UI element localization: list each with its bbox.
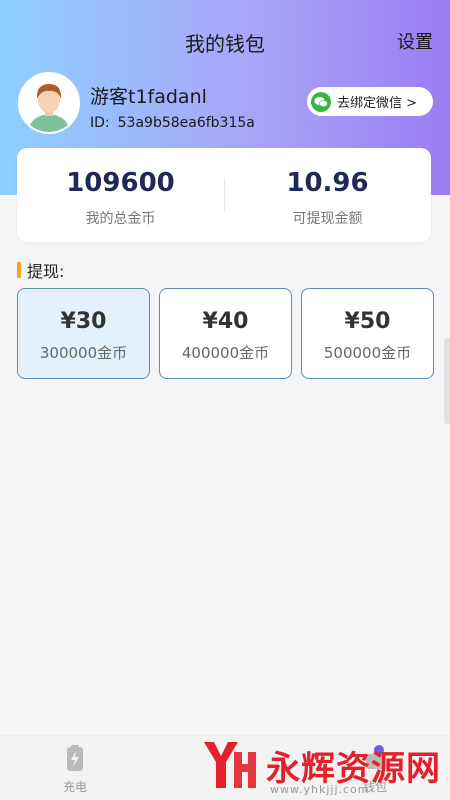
settings-button[interactable]: 设置 <box>397 28 433 54</box>
tab-charge[interactable]: 充电 <box>0 736 150 800</box>
option-coins: 300000金币 <box>39 344 128 362</box>
option-price: ¥40 <box>202 309 249 334</box>
page-title: 我的钱包 <box>185 32 265 56</box>
avatar[interactable] <box>18 72 80 134</box>
withdraw-option-40[interactable]: ¥40 400000金币 <box>159 288 292 379</box>
withdraw-option-50[interactable]: ¥50 500000金币 <box>301 288 434 379</box>
watermark-logo-icon <box>204 742 256 788</box>
withdraw-section-title: 提现: <box>17 258 64 282</box>
withdraw-option-30[interactable]: ¥30 300000金币 <box>17 288 150 379</box>
total-coins-stat: 109600 我的总金币 <box>17 168 224 228</box>
withdraw-options: ¥30 300000金币 ¥40 400000金币 ¥50 500000金币 <box>17 288 434 379</box>
option-coins: 500000金币 <box>323 344 412 362</box>
tab-charge-label: 充电 <box>62 780 87 794</box>
withdrawable-label: 可提现金额 <box>292 211 363 227</box>
edge-scroll-handle[interactable] <box>444 338 450 424</box>
section-marker <box>17 262 21 278</box>
user-id: ID: 53a9b58ea6fb315a <box>90 115 255 131</box>
total-coins-label: 我的总金币 <box>85 211 156 227</box>
username: 游客t1fadanl <box>90 86 207 108</box>
bind-wechat-button[interactable]: 去绑定微信 > <box>307 87 433 116</box>
option-price: ¥30 <box>60 309 107 334</box>
withdrawable-value: 10.96 <box>286 168 369 198</box>
wechat-icon <box>311 91 331 112</box>
user-avatar-icon <box>20 74 78 132</box>
watermark-url: www.yhkjjj.com <box>270 783 370 796</box>
user-id-value: 53a9b58ea6fb315a <box>117 115 255 131</box>
total-coins-value: 109600 <box>66 168 175 198</box>
wallet-summary-card: 109600 我的总金币 10.96 可提现金额 <box>17 148 431 242</box>
option-price: ¥50 <box>344 309 391 334</box>
bind-wechat-label: 去绑定微信 > <box>337 96 418 111</box>
withdrawable-stat: 10.96 可提现金额 <box>224 168 431 228</box>
option-coins: 400000金币 <box>181 344 270 362</box>
withdraw-title-text: 提现: <box>27 262 65 281</box>
user-id-label: ID: <box>90 115 110 131</box>
battery-charge-icon <box>67 745 83 771</box>
